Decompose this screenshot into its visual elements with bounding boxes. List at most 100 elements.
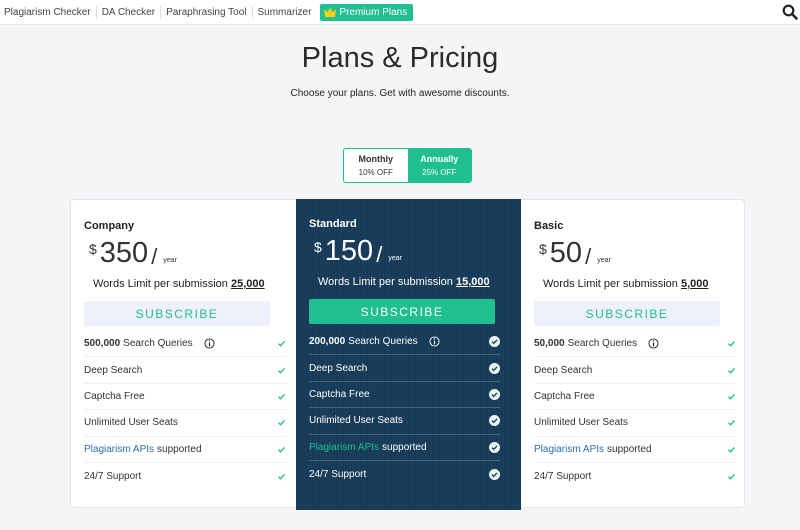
price-slash: / [376, 242, 383, 267]
plan-name: Company [84, 220, 135, 232]
plan-card-company: Company $ 350 / year Words Limit per sub… [71, 200, 296, 509]
feature-search-queries: 500,000 Search Queries [84, 331, 286, 358]
plan-card-basic: Basic $ 50 / year Words Limit per submis… [521, 200, 745, 509]
feature-unlimited-seats: Unlimited User Seats [309, 408, 500, 435]
toggle-annually-label: Annually [420, 154, 459, 164]
check-icon [728, 420, 736, 427]
feature-label: Unlimited User Seats [534, 417, 628, 429]
nav-plagiarism-checker[interactable]: Plagiarism Checker [0, 5, 97, 19]
toggle-annually-discount: 25% OFF [422, 168, 457, 177]
plagiarism-apis-link[interactable]: Plagiarism APIs [84, 444, 154, 455]
words-limit-label: Words Limit per submission [93, 278, 228, 290]
nav-summarizer[interactable]: Summarizer [253, 6, 317, 19]
plan-price: $ 150 / year [314, 235, 402, 271]
feature-apis: Plagiarism APIs supported [309, 435, 500, 461]
price-currency: $ [89, 241, 97, 257]
price-slash: / [151, 244, 158, 269]
plagiarism-apis-link[interactable]: Plagiarism APIs [309, 442, 379, 453]
info-icon[interactable] [204, 338, 215, 349]
feature-support: 24/7 Support [84, 463, 286, 489]
check-icon [728, 446, 736, 453]
premium-plans-label: Premium Plans [339, 6, 408, 18]
top-navigation: Plagiarism Checker DA Checker Paraphrasi… [0, 0, 800, 25]
feature-apis: Plagiarism APIs supported [84, 437, 286, 463]
apis-supported-label: supported [382, 441, 427, 453]
nav-paraphrasing-tool[interactable]: Paraphrasing Tool [161, 5, 253, 19]
apis-supported-label: supported [157, 443, 202, 455]
words-limit-value: 15,000 [455, 276, 490, 288]
plan-price: $ 50 / year [539, 237, 611, 273]
subscribe-button[interactable]: SUBSCRIBE [84, 301, 270, 326]
check-icon [489, 336, 500, 348]
feature-deep-search: Deep Search [534, 357, 736, 384]
price-amount: 350 [99, 237, 149, 269]
info-icon[interactable] [429, 336, 440, 347]
info-icon[interactable] [648, 338, 659, 349]
feature-label: Captcha Free [534, 390, 595, 402]
feature-list: 50,000 Search Queries Deep Search Captch… [534, 331, 736, 489]
check-icon [728, 367, 736, 374]
page-title: Plans & Pricing [301, 42, 499, 74]
pricing-cards: Company $ 350 / year Words Limit per sub… [70, 199, 745, 510]
price-currency: $ [539, 241, 547, 257]
toggle-annually[interactable]: Annually 25% OFF [407, 149, 471, 182]
feature-label: Deep Search [534, 364, 593, 376]
feature-deep-search: Deep Search [84, 357, 286, 384]
plan-price: $ 350 / year [89, 237, 177, 273]
search-icon[interactable] [782, 4, 798, 20]
feature-label: Deep Search [84, 364, 143, 376]
feature-captcha-free: Captcha Free [534, 384, 736, 411]
feature-captcha-free: Captcha Free [309, 382, 500, 409]
crown-icon [324, 7, 337, 17]
search-queries-label: Search Queries [348, 336, 418, 348]
feature-unlimited-seats: Unlimited User Seats [534, 410, 736, 437]
check-icon [489, 468, 500, 480]
check-icon [278, 446, 286, 453]
check-icon [489, 362, 500, 374]
price-currency: $ [314, 239, 322, 255]
price-period: year [388, 255, 402, 262]
subscribe-button[interactable]: SUBSCRIBE [534, 301, 720, 326]
words-limit-label: Words Limit per submission [543, 278, 678, 290]
check-icon [278, 393, 286, 400]
feature-support: 24/7 Support [309, 461, 500, 487]
feature-captcha-free: Captcha Free [84, 384, 286, 411]
words-limit: Words Limit per submission 15,000 [318, 276, 490, 288]
words-limit-value: 5,000 [680, 278, 709, 290]
nav-da-checker[interactable]: DA Checker [97, 5, 162, 19]
feature-label: Unlimited User Seats [84, 417, 178, 429]
feature-search-queries: 200,000 Search Queries [309, 329, 500, 356]
premium-plans-button[interactable]: Premium Plans [320, 3, 414, 21]
price-amount: 150 [324, 235, 374, 267]
plan-name: Basic [534, 220, 564, 232]
toggle-monthly-discount: 10% OFF [358, 168, 393, 177]
feature-label: Unlimited User Seats [309, 415, 403, 427]
feature-label: Captcha Free [84, 390, 145, 402]
feature-list: 500,000 Search Queries Deep Search Captc… [84, 331, 286, 489]
check-icon [489, 388, 500, 400]
page-subtitle: Choose your plans. Get with awesome disc… [290, 88, 510, 99]
check-icon [728, 473, 736, 480]
plan-card-standard: Standard $ 150 / year Words Limit per su… [296, 199, 521, 510]
toggle-monthly[interactable]: Monthly 10% OFF [344, 149, 408, 182]
check-icon [489, 441, 500, 453]
feature-label: 24/7 Support [84, 470, 142, 482]
feature-apis: Plagiarism APIs supported [534, 437, 736, 463]
words-limit: Words Limit per submission 5,000 [543, 278, 709, 290]
price-slash: / [585, 244, 592, 269]
plan-name: Standard [309, 218, 357, 230]
feature-unlimited-seats: Unlimited User Seats [84, 410, 286, 437]
billing-toggle: Monthly 10% OFF Annually 25% OFF [343, 148, 472, 183]
subscribe-button[interactable]: SUBSCRIBE [309, 299, 495, 324]
check-icon [278, 341, 286, 347]
feature-list: 200,000 Search Queries Deep Search Captc… [309, 329, 500, 487]
check-icon [728, 341, 736, 347]
toggle-monthly-label: Monthly [358, 154, 394, 164]
search-queries-label: Search Queries [567, 338, 638, 350]
feature-label: Captcha Free [309, 388, 370, 400]
feature-label: 24/7 Support [534, 470, 592, 482]
plagiarism-apis-link[interactable]: Plagiarism APIs [534, 444, 604, 455]
apis-supported-label: supported [607, 443, 652, 455]
words-limit-label: Words Limit per submission [318, 276, 453, 288]
feature-deep-search: Deep Search [309, 355, 500, 382]
